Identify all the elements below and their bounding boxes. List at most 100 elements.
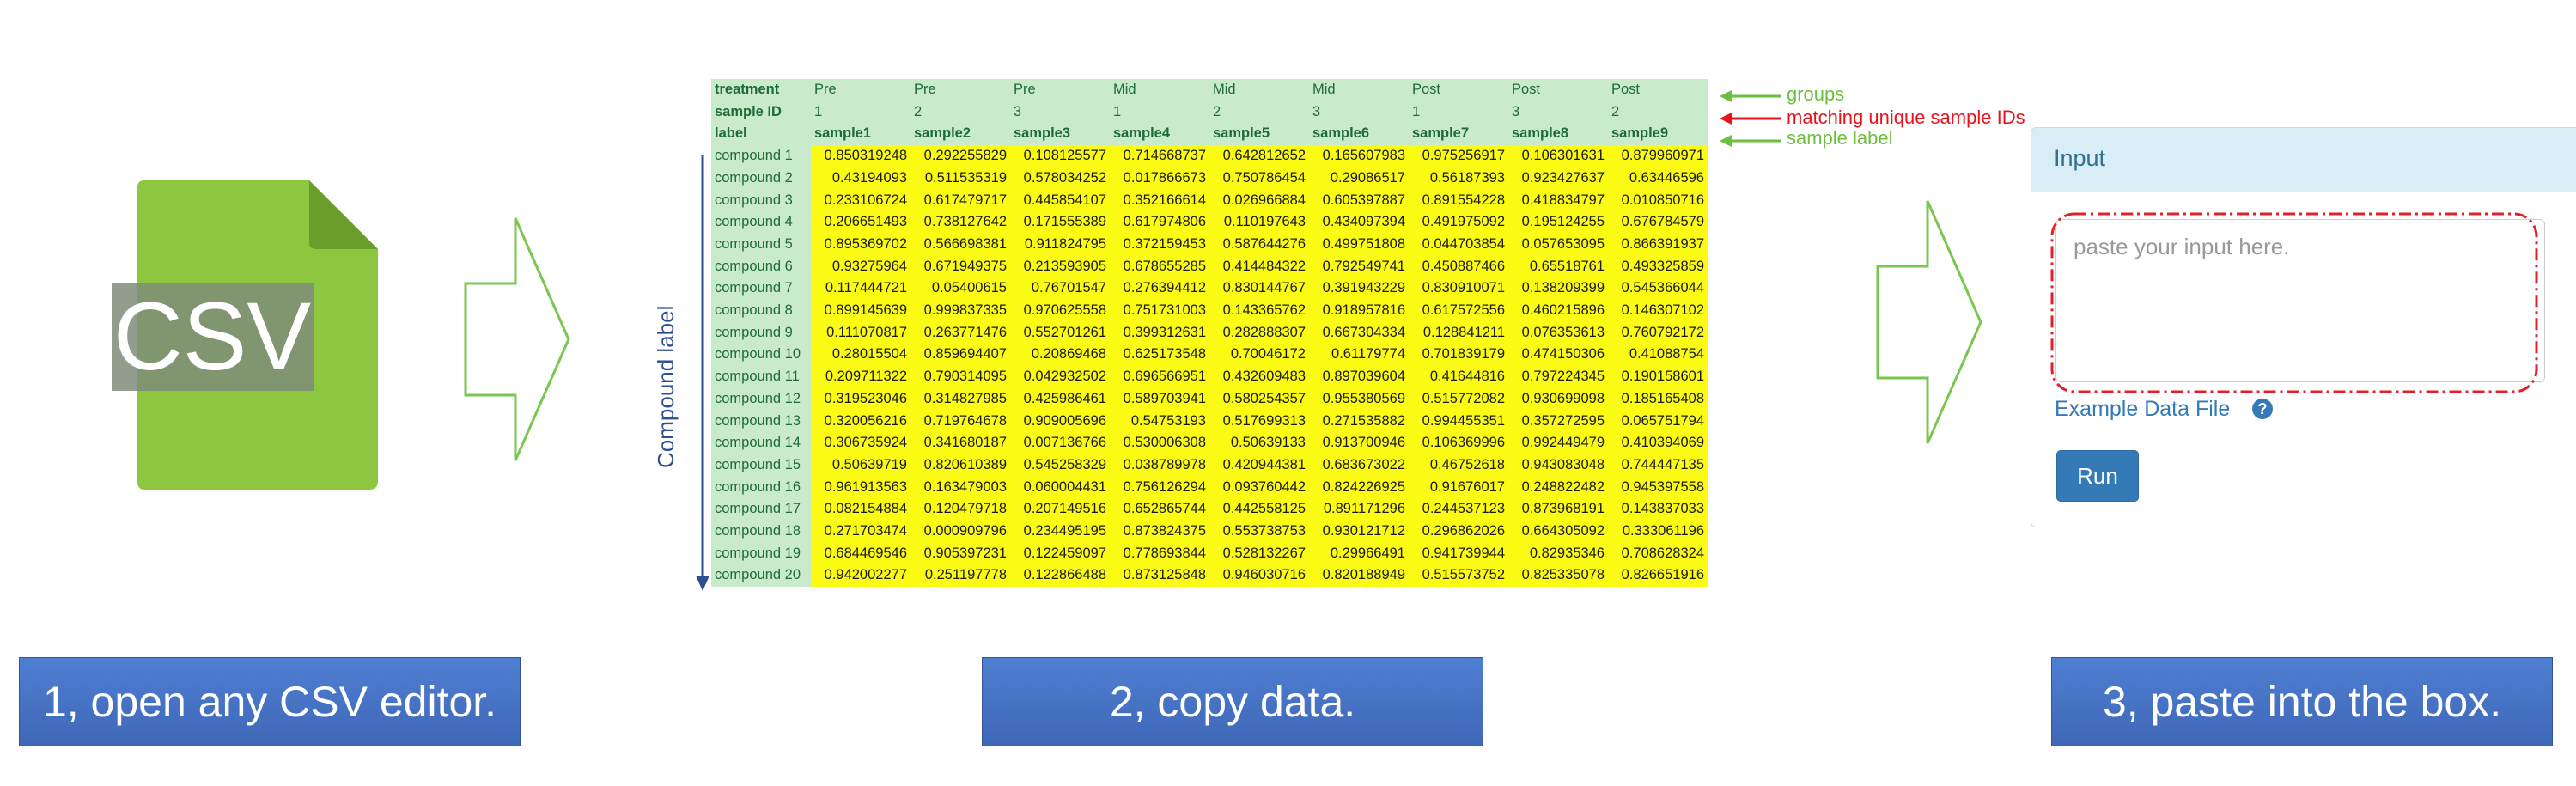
row-label-cell: compound 20 <box>711 564 811 588</box>
meta-cell: 3 <box>1309 101 1409 124</box>
value-cell: 0.044703854 <box>1409 233 1508 256</box>
value-cell: 0.213593905 <box>1010 255 1110 278</box>
value-cell: 0.617572556 <box>1409 300 1508 322</box>
value-cell: 0.442558125 <box>1209 498 1309 521</box>
meta-cell: sample7 <box>1409 123 1508 146</box>
value-cell: 0.190158601 <box>1608 366 1708 388</box>
run-button[interactable]: Run <box>2056 450 2139 502</box>
value-cell: 0.106369996 <box>1409 432 1508 454</box>
value-cell: 0.41644816 <box>1409 366 1508 388</box>
value-cell: 0.54753193 <box>1110 410 1209 433</box>
value-cell: 0.866391937 <box>1608 233 1708 256</box>
compound-label: Compound label <box>653 305 679 468</box>
example-data-link[interactable]: Example Data File <box>2055 397 2230 422</box>
value-cell: 0.263771476 <box>910 321 1010 344</box>
table-row: compound 11 0.209711322 0.790314095 0.04293… <box>711 366 1708 388</box>
panel-header: Input <box>2031 128 2576 192</box>
value-cell: 0.143837033 <box>1608 498 1708 521</box>
value-cell: 0.010850716 <box>1608 189 1708 212</box>
value-cell: 0.271535882 <box>1309 410 1409 433</box>
matching-ids-annotation: matching unique sample IDs <box>1787 107 2025 128</box>
value-cell: 0.578034252 <box>1010 167 1110 190</box>
meta-cell: Pre <box>910 79 1010 101</box>
value-cell: 0.587644276 <box>1209 233 1309 256</box>
value-cell: 0.744447135 <box>1608 454 1708 477</box>
value-cell: 0.248822482 <box>1508 476 1608 499</box>
value-cell: 0.830144767 <box>1209 277 1309 301</box>
row-label-cell: compound 9 <box>711 321 811 344</box>
meta-cell: 1 <box>1110 101 1209 124</box>
value-cell: 0.750786454 <box>1209 167 1309 190</box>
value-cell: 0.060004431 <box>1010 476 1110 499</box>
row-label-cell: compound 6 <box>711 255 811 278</box>
value-cell: 0.911824795 <box>1010 233 1110 256</box>
value-cell: 0.671949375 <box>910 255 1010 278</box>
meta-cell: Mid <box>1110 79 1209 101</box>
value-cell: 0.515772082 <box>1409 387 1508 411</box>
value-cell: 0.696566951 <box>1110 366 1209 388</box>
value-cell: 0.899145639 <box>811 300 910 322</box>
value-cell: 0.195124255 <box>1508 211 1608 234</box>
value-cell: 0.708628324 <box>1608 542 1708 565</box>
value-cell: 0.961913563 <box>811 476 910 499</box>
value-cell: 0.545258329 <box>1010 454 1110 477</box>
table-row: compound 15 0.50639719 0.820610389 0.545258… <box>711 454 1708 477</box>
value-cell: 0.756126294 <box>1110 476 1209 499</box>
value-cell: 0.824226925 <box>1309 476 1409 499</box>
value-cell: 0.143365762 <box>1209 300 1309 322</box>
value-cell: 0.163479003 <box>910 476 1010 499</box>
value-cell: 0.372159453 <box>1110 233 1209 256</box>
value-cell: 0.942002277 <box>811 564 910 588</box>
value-cell: 0.905397231 <box>910 542 1010 565</box>
value-cell: 0.676784579 <box>1608 211 1708 234</box>
value-cell: 0.122459097 <box>1010 542 1110 565</box>
meta-cell: Mid <box>1309 79 1409 101</box>
meta-cell: Pre <box>1010 79 1110 101</box>
meta-cell: 2 <box>1608 101 1708 124</box>
meta-cell: Pre <box>811 79 910 101</box>
value-cell: 0.026966884 <box>1209 189 1309 212</box>
row-label-cell: compound 4 <box>711 211 811 234</box>
value-cell: 0.719764678 <box>910 410 1010 433</box>
step-3-label: 3, paste into the box. <box>2051 657 2553 746</box>
value-cell: 0.820610389 <box>910 454 1010 477</box>
value-cell: 0.333061196 <box>1608 521 1708 543</box>
row-label-cell: compound 2 <box>711 167 811 190</box>
meta-cell: sample4 <box>1110 123 1209 146</box>
row-label-cell: compound 15 <box>711 454 811 477</box>
meta-header-cell: treatment <box>711 79 811 101</box>
value-cell: 0.664305092 <box>1508 521 1608 543</box>
value-cell: 0.580254357 <box>1209 387 1309 411</box>
value-cell: 0.306735924 <box>811 432 910 454</box>
value-cell: 0.410394069 <box>1608 432 1708 454</box>
value-cell: 0.391943229 <box>1309 277 1409 301</box>
value-cell: 0.341680187 <box>910 432 1010 454</box>
value-cell: 0.474150306 <box>1508 344 1608 367</box>
value-cell: 0.82935346 <box>1508 542 1608 565</box>
table-row: compound 10 0.28015504 0.859694407 0.208694… <box>711 344 1708 367</box>
value-cell: 0.975256917 <box>1409 145 1508 168</box>
table-row: compound 2 0.43194093 0.511535319 0.5780342… <box>711 167 1708 190</box>
table-row: compound 8 0.899145639 0.999837335 0.970625… <box>711 300 1708 322</box>
compound-label-arrow <box>696 155 709 591</box>
value-cell: 0.873824375 <box>1110 521 1209 543</box>
meta-cell: sample2 <box>910 123 1010 146</box>
value-cell: 0.43194093 <box>811 167 910 190</box>
sample-label-annotation: sample label <box>1787 127 1893 149</box>
value-cell: 0.830910071 <box>1409 277 1508 301</box>
table-row: compound 16 0.961913563 0.163479003 0.06000… <box>711 476 1708 499</box>
value-cell: 0.873968191 <box>1508 498 1608 521</box>
value-cell: 0.320056216 <box>811 410 910 433</box>
value-cell: 0.943083048 <box>1508 454 1608 477</box>
value-cell: 0.970625558 <box>1010 300 1110 322</box>
value-cell: 0.738127642 <box>910 211 1010 234</box>
row-label-cell: compound 5 <box>711 233 811 256</box>
value-cell: 0.418834797 <box>1508 189 1608 212</box>
help-icon[interactable]: ? <box>2252 399 2273 419</box>
value-cell: 0.50639719 <box>811 454 910 477</box>
value-cell: 0.955380569 <box>1309 387 1409 411</box>
meta-cell: 3 <box>1010 101 1110 124</box>
value-cell: 0.120479718 <box>910 498 1010 521</box>
value-cell: 0.589703941 <box>1110 387 1209 411</box>
meta-row: treatment Pre Pre Pre Mid Mid Mid Post Post Post <box>711 79 1708 101</box>
